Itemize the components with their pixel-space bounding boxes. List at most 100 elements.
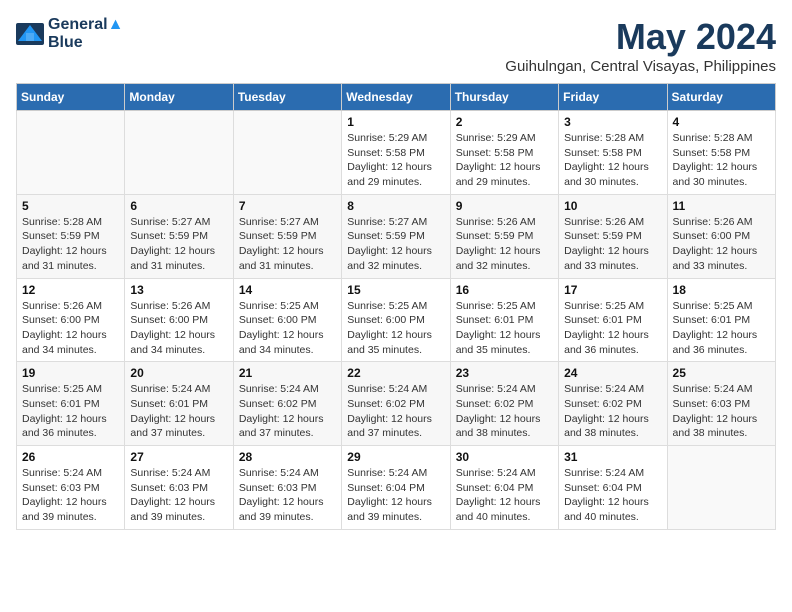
day-number: 19 [22, 366, 119, 380]
calendar-cell [233, 111, 341, 195]
day-info: Sunrise: 5:26 AMSunset: 6:00 PMDaylight:… [673, 215, 770, 274]
day-info: Sunrise: 5:24 AMSunset: 6:02 PMDaylight:… [564, 382, 661, 441]
day-info: Sunrise: 5:26 AMSunset: 5:59 PMDaylight:… [564, 215, 661, 274]
day-info: Sunrise: 5:24 AMSunset: 6:01 PMDaylight:… [130, 382, 227, 441]
day-number: 12 [22, 283, 119, 297]
calendar-cell [667, 446, 775, 530]
calendar-cell: 13Sunrise: 5:26 AMSunset: 6:00 PMDayligh… [125, 278, 233, 362]
day-info: Sunrise: 5:28 AMSunset: 5:58 PMDaylight:… [673, 131, 770, 190]
day-number: 5 [22, 199, 119, 213]
calendar-cell: 26 Sunrise: 5:24 AMSunset: 6:03 PMDayligh… [17, 446, 125, 530]
day-info: Sunrise: 5:25 AMSunset: 6:01 PMDaylight:… [673, 299, 770, 358]
calendar-header-tuesday: Tuesday [233, 84, 341, 111]
day-info: Sunrise: 5:29 AMSunset: 5:58 PMDaylight:… [456, 131, 553, 190]
calendar-header-friday: Friday [559, 84, 667, 111]
calendar-cell: 15 Sunrise: 5:25 AMSunset: 6:00 PMDayligh… [342, 278, 450, 362]
calendar-cell: 24 Sunrise: 5:24 AMSunset: 6:02 PMDayligh… [559, 362, 667, 446]
day-number: 10 [564, 199, 661, 213]
calendar-header-saturday: Saturday [667, 84, 775, 111]
day-number: 23 [456, 366, 553, 380]
day-number: 11 [673, 199, 770, 213]
calendar-cell [125, 111, 233, 195]
day-number: 20 [130, 366, 227, 380]
day-info: Sunrise: 5:25 AMSunset: 6:01 PMDaylight:… [22, 382, 119, 441]
day-info: Sunrise: 5:26 AMSunset: 6:00 PMDaylight:… [22, 299, 119, 358]
day-number: 9 [456, 199, 553, 213]
day-info: Sunrise: 5:24 AMSunset: 6:03 PMDaylight:… [130, 466, 227, 525]
calendar-week-1: 1 Sunrise: 5:29 AMSunset: 5:58 PMDaylight… [17, 111, 776, 195]
day-number: 2 [456, 115, 553, 129]
calendar-week-3: 12 Sunrise: 5:26 AMSunset: 6:00 PMDayligh… [17, 278, 776, 362]
day-info: Sunrise: 5:28 AMSunset: 5:58 PMDaylight:… [564, 131, 661, 190]
day-info: Sunrise: 5:26 AMSunset: 5:59 PMDaylight:… [456, 215, 553, 274]
calendar-cell: 31 Sunrise: 5:24 AMSunset: 6:04 PMDayligh… [559, 446, 667, 530]
day-info: Sunrise: 5:24 AMSunset: 6:02 PMDaylight:… [456, 382, 553, 441]
calendar-cell: 21Sunrise: 5:24 AMSunset: 6:02 PMDayligh… [233, 362, 341, 446]
calendar-cell: 3 Sunrise: 5:28 AMSunset: 5:58 PMDaylight… [559, 111, 667, 195]
day-number: 18 [673, 283, 770, 297]
day-number: 22 [347, 366, 444, 380]
day-number: 1 [347, 115, 444, 129]
calendar-cell: 2 Sunrise: 5:29 AMSunset: 5:58 PMDaylight… [450, 111, 558, 195]
page-header: General▲ Blue May 2024 Guihulngan, Centr… [16, 16, 776, 75]
calendar-cell: 10 Sunrise: 5:26 AMSunset: 5:59 PMDayligh… [559, 194, 667, 278]
day-info: Sunrise: 5:24 AMSunset: 6:03 PMDaylight:… [22, 466, 119, 525]
day-number: 26 [22, 450, 119, 464]
day-number: 15 [347, 283, 444, 297]
calendar-cell: 5 Sunrise: 5:28 AMSunset: 5:59 PMDaylight… [17, 194, 125, 278]
calendar-cell: 19 Sunrise: 5:25 AMSunset: 6:01 PMDayligh… [17, 362, 125, 446]
day-info: Sunrise: 5:27 AMSunset: 5:59 PMDaylight:… [347, 215, 444, 274]
day-number: 3 [564, 115, 661, 129]
day-number: 17 [564, 283, 661, 297]
calendar-cell: 14Sunrise: 5:25 AMSunset: 6:00 PMDayligh… [233, 278, 341, 362]
day-info: Sunrise: 5:27 AMSunset: 5:59 PMDaylight:… [239, 215, 336, 274]
day-info: Sunrise: 5:24 AMSunset: 6:03 PMDaylight:… [239, 466, 336, 525]
calendar-cell: 16 Sunrise: 5:25 AMSunset: 6:01 PMDayligh… [450, 278, 558, 362]
day-number: 29 [347, 450, 444, 464]
calendar-header-thursday: Thursday [450, 84, 558, 111]
day-info: Sunrise: 5:27 AMSunset: 5:59 PMDaylight:… [130, 215, 227, 274]
calendar-cell: 11 Sunrise: 5:26 AMSunset: 6:00 PMDayligh… [667, 194, 775, 278]
calendar-cell: 30 Sunrise: 5:24 AMSunset: 6:04 PMDayligh… [450, 446, 558, 530]
day-info: Sunrise: 5:29 AMSunset: 5:58 PMDaylight:… [347, 131, 444, 190]
location-subtitle: Guihulngan, Central Visayas, Philippines [505, 58, 776, 75]
calendar-header-sunday: Sunday [17, 84, 125, 111]
day-number: 6 [130, 199, 227, 213]
calendar-header-row: SundayMondayTuesdayWednesdayThursdayFrid… [17, 84, 776, 111]
logo: General▲ Blue [16, 16, 123, 51]
calendar-table: SundayMondayTuesdayWednesdayThursdayFrid… [16, 83, 776, 530]
calendar-cell: 1 Sunrise: 5:29 AMSunset: 5:58 PMDaylight… [342, 111, 450, 195]
calendar-cell: 6 Sunrise: 5:27 AMSunset: 5:59 PMDaylight… [125, 194, 233, 278]
day-info: Sunrise: 5:25 AMSunset: 6:00 PMDaylight:… [347, 299, 444, 358]
day-info: Sunrise: 5:24 AMSunset: 6:02 PMDaylight:… [239, 382, 336, 441]
day-number: 31 [564, 450, 661, 464]
calendar-header-wednesday: Wednesday [342, 84, 450, 111]
day-number: 7 [239, 199, 336, 213]
day-info: Sunrise: 5:24 AMSunset: 6:04 PMDaylight:… [456, 466, 553, 525]
day-number: 4 [673, 115, 770, 129]
month-title: May 2024 [505, 16, 776, 58]
calendar-body: 1 Sunrise: 5:29 AMSunset: 5:58 PMDaylight… [17, 111, 776, 530]
calendar-cell: 18 Sunrise: 5:25 AMSunset: 6:01 PMDayligh… [667, 278, 775, 362]
day-number: 14 [239, 283, 336, 297]
day-number: 25 [673, 366, 770, 380]
day-info: Sunrise: 5:24 AMSunset: 6:04 PMDaylight:… [564, 466, 661, 525]
calendar-week-5: 26 Sunrise: 5:24 AMSunset: 6:03 PMDayligh… [17, 446, 776, 530]
logo-text: General▲ Blue [48, 16, 123, 51]
calendar-cell: 29Sunrise: 5:24 AMSunset: 6:04 PMDayligh… [342, 446, 450, 530]
day-info: Sunrise: 5:25 AMSunset: 6:01 PMDaylight:… [564, 299, 661, 358]
calendar-cell: 9 Sunrise: 5:26 AMSunset: 5:59 PMDaylight… [450, 194, 558, 278]
calendar-cell: 27 Sunrise: 5:24 AMSunset: 6:03 PMDayligh… [125, 446, 233, 530]
day-number: 16 [456, 283, 553, 297]
calendar-cell: 12 Sunrise: 5:26 AMSunset: 6:00 PMDayligh… [17, 278, 125, 362]
day-info: Sunrise: 5:28 AMSunset: 5:59 PMDaylight:… [22, 215, 119, 274]
day-number: 30 [456, 450, 553, 464]
day-number: 27 [130, 450, 227, 464]
calendar-cell: 8Sunrise: 5:27 AMSunset: 5:59 PMDaylight… [342, 194, 450, 278]
day-info: Sunrise: 5:25 AMSunset: 6:01 PMDaylight:… [456, 299, 553, 358]
calendar-cell: 4 Sunrise: 5:28 AMSunset: 5:58 PMDaylight… [667, 111, 775, 195]
day-number: 13 [130, 283, 227, 297]
calendar-cell: 22Sunrise: 5:24 AMSunset: 6:02 PMDayligh… [342, 362, 450, 446]
calendar-week-4: 19 Sunrise: 5:25 AMSunset: 6:01 PMDayligh… [17, 362, 776, 446]
day-number: 24 [564, 366, 661, 380]
